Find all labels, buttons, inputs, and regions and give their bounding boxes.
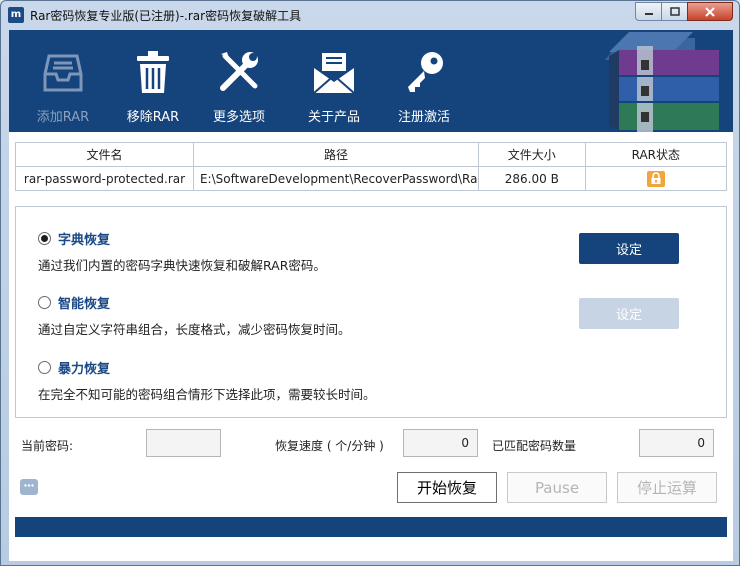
close-button[interactable] (687, 2, 733, 21)
option-brute-force-desc: 在完全不知可能的密码组合情形下选择此项，需要较长时间。 (38, 387, 376, 402)
pause-button[interactable]: Pause (507, 472, 607, 503)
current-password-field (146, 429, 221, 457)
more-options-button[interactable]: 更多选项 (208, 48, 270, 128)
add-rar-button[interactable]: 添加RAR (33, 48, 93, 128)
title-bar[interactable]: m Rar密码恢复专业版(已注册)-.rar密码恢复破解工具 (1, 1, 739, 29)
speed-field: 0 (403, 429, 478, 457)
col-header-size[interactable]: 文件大小 (477, 142, 586, 167)
cell-status (584, 166, 728, 191)
tools-icon (220, 52, 258, 91)
register-activate-label: 注册激活 (397, 110, 450, 125)
speed-label: 恢复速度 ( 个/分钟 ) (275, 439, 384, 453)
window-controls (635, 2, 733, 21)
option-brute-force-title[interactable]: 暴力恢复 (58, 358, 110, 377)
cell-size: 286.00 B (477, 166, 586, 191)
current-password-label: 当前密码: (21, 439, 74, 453)
option-dictionary: 字典恢复 通过我们内置的密码字典快速恢复和破解RAR密码。 (38, 229, 326, 274)
chat-bubble-icon[interactable] (20, 479, 38, 495)
option-dictionary-title[interactable]: 字典恢复 (58, 229, 110, 248)
add-rar-label: 添加RAR (36, 110, 90, 125)
minimize-button[interactable] (635, 2, 662, 21)
about-product-label: 关于产品 (307, 110, 360, 125)
toolbar: 添加RAR 移除RAR 更多选项 关于产品 注册激活 (9, 30, 733, 132)
remove-rar-button[interactable]: 移除RAR (122, 48, 184, 128)
start-recovery-button[interactable]: 开始恢复 (397, 472, 497, 503)
minimize-icon (644, 12, 653, 15)
matched-count-field: 0 (639, 429, 714, 457)
table-header-row: 文件名 路径 文件大小 RAR状态 (15, 142, 728, 167)
lock-icon (646, 170, 665, 187)
col-header-path[interactable]: 路径 (192, 142, 479, 167)
about-product-button[interactable]: 关于产品 (303, 48, 365, 128)
more-options-label: 更多选项 (212, 110, 265, 125)
app-icon: m (8, 7, 24, 23)
cell-path: E:\SoftwareDevelopment\RecoverPassword\R… (192, 166, 479, 191)
radio-dictionary[interactable] (38, 232, 51, 245)
client-area: 添加RAR 移除RAR 更多选项 关于产品 注册激活 文件名 路径 文件大小 R… (9, 30, 733, 561)
table-row[interactable]: rar-password-protected.rar E:\SoftwareDe… (15, 166, 728, 191)
progress-bar (15, 517, 727, 537)
stop-button[interactable]: 停止运算 (617, 472, 717, 503)
col-header-filename[interactable]: 文件名 (15, 142, 194, 167)
rar-archive-logo (599, 30, 725, 132)
dictionary-settings-button[interactable]: 设定 (579, 233, 679, 264)
remove-rar-label: 移除RAR (126, 110, 180, 125)
close-icon (705, 6, 715, 17)
status-row: 当前密码: 恢复速度 ( 个/分钟 ) 0 已匹配密码数量 0 (9, 429, 733, 457)
cell-filename: rar-password-protected.rar (15, 166, 194, 191)
option-smart-title[interactable]: 智能恢复 (58, 293, 110, 312)
option-dictionary-desc: 通过我们内置的密码字典快速恢复和破解RAR密码。 (38, 258, 326, 273)
option-brute-force: 暴力恢复 在完全不知可能的密码组合情形下选择此项，需要较长时间。 (38, 358, 376, 403)
register-activate-button[interactable]: 注册激活 (393, 48, 455, 128)
envelope-icon (313, 53, 355, 94)
trash-icon (137, 51, 169, 93)
maximize-button[interactable] (661, 2, 688, 21)
matched-count-label: 已匹配密码数量 (492, 439, 577, 453)
option-smart-desc: 通过自定义字符串组合，长度格式，减少密码恢复时间。 (38, 322, 351, 337)
smart-settings-button[interactable]: 设定 (579, 298, 679, 329)
maximize-icon (669, 6, 680, 16)
inbox-tray-icon (43, 54, 83, 92)
option-smart: 智能恢复 通过自定义字符串组合，长度格式，减少密码恢复时间。 (38, 293, 351, 338)
key-icon (408, 52, 443, 92)
app-window: m Rar密码恢复专业版(已注册)-.rar密码恢复破解工具 添加RAR 移除R… (0, 0, 740, 566)
recovery-options-panel: 字典恢复 通过我们内置的密码字典快速恢复和破解RAR密码。 设定 智能恢复 通过… (15, 206, 727, 418)
window-title: Rar密码恢复专业版(已注册)-.rar密码恢复破解工具 (30, 9, 302, 23)
col-header-status[interactable]: RAR状态 (584, 142, 728, 167)
file-table: 文件名 路径 文件大小 RAR状态 rar-password-protected… (15, 142, 728, 191)
radio-brute-force[interactable] (38, 361, 51, 374)
radio-smart[interactable] (38, 296, 51, 309)
